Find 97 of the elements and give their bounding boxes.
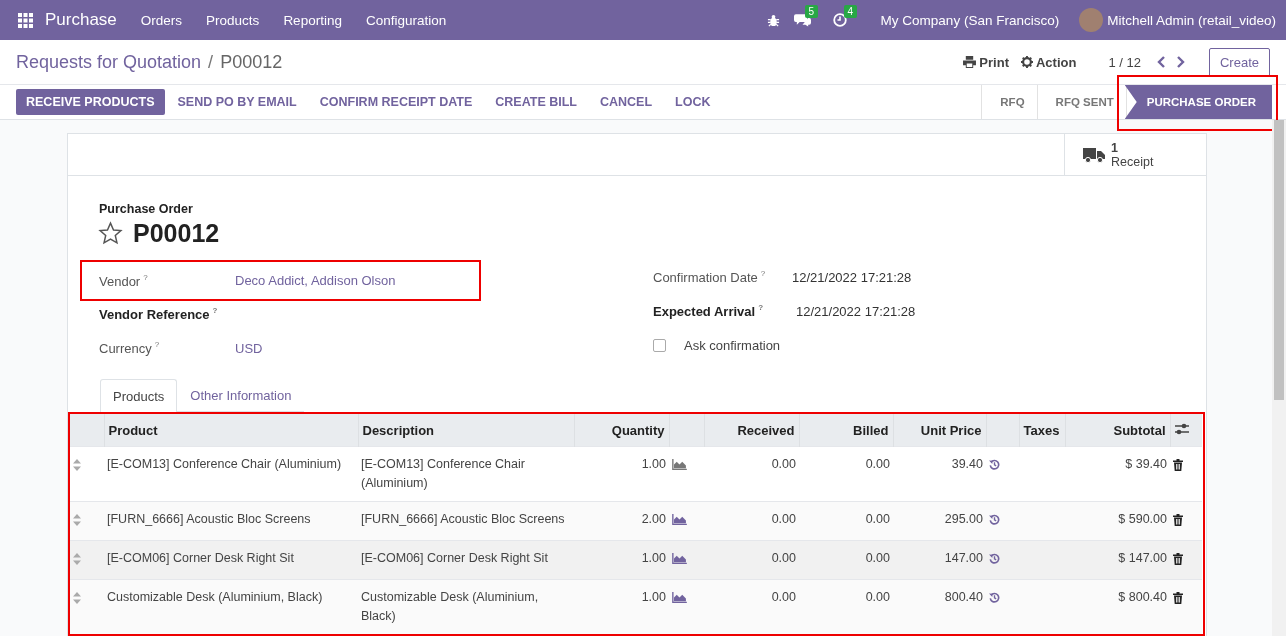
drag-handle-icon[interactable] [73,514,81,526]
table-cell: 0.00 [704,540,799,580]
table-cell: 147.00 [893,540,986,580]
table-cell: 0.00 [799,579,893,634]
field-label: Expected Arrival $^{?}$ [653,303,764,319]
bug-icon[interactable] [766,13,780,27]
field-label: Currency $^{?}$ [99,340,161,356]
field-label: Vendor $^{?}$ [99,272,149,289]
table-cell: [E-COM06] Corner Desk Right Sit [358,540,574,580]
printer-icon [963,56,977,68]
drag-handle-icon[interactable] [73,459,81,471]
table-cell: 295.00 [893,501,986,541]
app-name[interactable]: Purchase [45,10,117,30]
activity-count-badge: 4 [843,5,858,18]
status-step[interactable]: PURCHASE ORDER [1124,85,1272,119]
breadcrumb-current: P00012 [220,51,283,73]
create-button[interactable]: Create [1208,47,1270,77]
header-button[interactable]: CONFIRM RECEIPT DATE [309,89,483,115]
table-cell: 800.40 [893,579,986,634]
document-name: P00012 [133,219,220,248]
company-switcher[interactable]: My Company (San Francisco) [868,12,1072,28]
history-icon[interactable] [989,514,1000,525]
area-chart-icon[interactable] [672,459,687,470]
column-header[interactable]: Description [358,414,574,447]
trash-icon[interactable] [1173,459,1183,471]
next-icon[interactable] [1174,56,1185,68]
gear-icon [1021,56,1033,68]
column-header[interactable]: Unit Price [893,414,986,447]
breadcrumb-separator: / [208,51,214,73]
notebook-tab[interactable]: Products [100,379,178,412]
table-cell: 1.00 [574,540,669,580]
history-icon[interactable] [989,592,1000,603]
header-button[interactable]: LOCK [665,89,721,115]
status-step[interactable]: RFQ [982,85,1038,119]
menu-item[interactable]: Orders [128,12,195,28]
notebook-tab[interactable]: Other Information [177,379,305,411]
column-header[interactable]: Product [104,414,358,447]
menu-item[interactable]: Products [194,12,272,28]
field-label: Confirmation Date $^{?}$ [653,269,767,285]
area-chart-icon[interactable] [672,553,687,564]
field-value: 12/21/2022 17:21:28 [792,269,912,285]
pager-value: 1 / 12 [1108,54,1141,70]
sliders-icon[interactable] [1174,422,1189,435]
previous-icon[interactable] [1156,56,1167,68]
apps-menu-icon[interactable] [18,12,33,28]
table-cell: $ 800.40 [1065,579,1170,634]
history-icon[interactable] [989,553,1000,564]
action-button[interactable]: Action [1021,54,1077,70]
table-cell: 0.00 [799,540,893,580]
menu-item[interactable]: Reporting [271,12,354,28]
table-cell: [E-COM06] Corner Desk Right Sit [104,540,358,580]
area-chart-icon[interactable] [672,592,687,603]
table-cell: 0.00 [704,579,799,634]
area-chart-icon[interactable] [672,514,687,525]
field-value: 12/21/2022 17:21:28 [796,303,916,319]
column-header[interactable]: Subtotal [1065,414,1170,447]
checkbox[interactable] [653,338,666,352]
column-header[interactable]: Received [704,414,799,447]
trash-icon[interactable] [1173,592,1183,604]
drag-handle-icon[interactable] [73,553,81,565]
breadcrumb-link[interactable]: Requests for Quotation [16,51,202,73]
header-button[interactable]: CANCEL [590,89,663,115]
star-icon[interactable] [98,221,123,246]
receipt-smart-button[interactable]: 1 Receipt [1064,134,1206,175]
checkbox-label: Ask confirmation [684,337,781,353]
table-cell: $ 590.00 [1065,501,1170,541]
scrollbar[interactable] [1272,120,1286,636]
truck-icon [1083,146,1105,163]
header-button[interactable]: CREATE BILL [485,89,587,115]
document-type-label: Purchase Order [99,202,194,216]
table-cell: 2.00 [574,501,669,541]
trash-icon[interactable] [1173,553,1183,565]
table-cell: [FURN_6666] Acoustic Bloc Screens [104,501,358,541]
chat-icon[interactable] [793,13,811,27]
field-label: Vendor Reference $^{?}$ [99,306,219,322]
table-cell: [FURN_6666] Acoustic Bloc Screens [358,501,574,541]
table-cell: 0.00 [704,501,799,541]
table-cell: Customizable Desk (Aluminium, Black) [358,579,574,634]
trash-icon[interactable] [1173,514,1183,526]
table-cell: Customizable Desk (Aluminium, Black) [104,579,358,634]
message-count-badge: 5 [804,5,819,18]
column-header[interactable]: Taxes [1019,414,1065,447]
header-button[interactable]: SEND PO BY EMAIL [167,89,307,115]
drag-handle-icon[interactable] [73,592,81,604]
field-value[interactable]: USD [235,340,263,356]
header-button[interactable]: RECEIVE PRODUCTS [16,89,165,115]
table-cell: 0.00 [799,501,893,541]
column-header[interactable]: Quantity [574,414,669,447]
field-value[interactable]: Deco Addict, Addison Olson [235,273,396,288]
clock-icon[interactable] [832,13,847,27]
history-icon[interactable] [989,459,1000,470]
table-cell: 1.00 [574,579,669,634]
print-button[interactable]: Print [963,54,1009,70]
menu-item[interactable]: Configuration [353,12,459,28]
table-cell: $ 147.00 [1065,540,1170,580]
user-menu[interactable]: Mitchell Admin (retail_video) [1107,12,1276,28]
column-header[interactable]: Billed [799,414,893,447]
